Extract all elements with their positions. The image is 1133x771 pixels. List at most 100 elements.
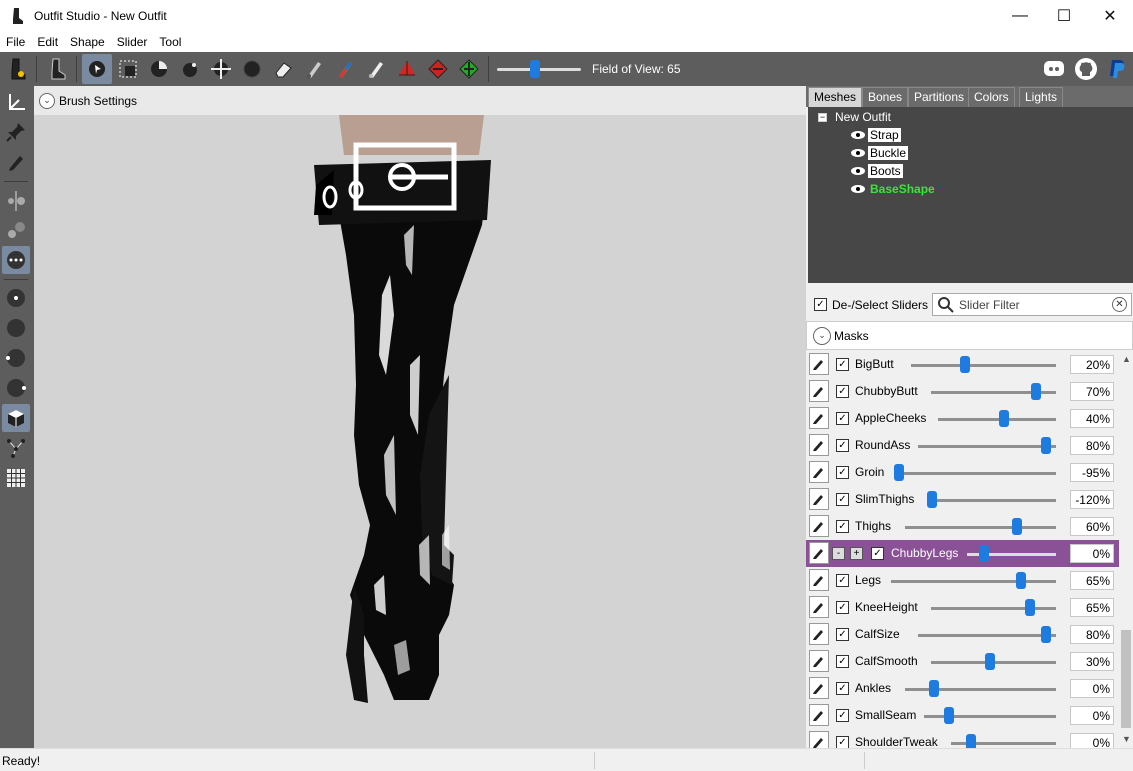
slider-value-field[interactable]: 60% — [1070, 517, 1114, 536]
chevron-down-icon[interactable]: ⌄ — [39, 92, 55, 109]
slider-thumb[interactable] — [1041, 437, 1051, 454]
slider-thumb[interactable] — [1041, 626, 1051, 643]
slider-checkbox[interactable]: ✓ — [836, 412, 849, 425]
slider-value-field[interactable]: 30% — [1070, 652, 1114, 671]
slider-zap-minus-button[interactable]: - — [832, 547, 845, 560]
paypal-icon[interactable] — [1105, 57, 1129, 81]
scroll-up-icon[interactable]: ▲ — [1122, 354, 1131, 364]
color-brush-icon[interactable] — [330, 54, 360, 84]
slider-checkbox[interactable]: ✓ — [836, 493, 849, 506]
tab-partitions[interactable]: Partitions — [908, 87, 971, 107]
pencil-icon[interactable] — [809, 596, 829, 618]
mask-brush-icon[interactable] — [144, 54, 174, 84]
slider-row-shouldertweak[interactable]: ✓ ShoulderTweak 0% — [806, 729, 1119, 748]
slider-checkbox[interactable]: ✓ — [836, 520, 849, 533]
fov-slider-thumb[interactable] — [530, 60, 540, 78]
slider-row-thighs[interactable]: ✓ Thighs 60% — [806, 513, 1119, 540]
tab-meshes[interactable]: Meshes — [808, 87, 863, 107]
grid-icon[interactable] — [2, 464, 30, 492]
tree-node-buckle[interactable]: Buckle — [850, 145, 909, 161]
slider-filter-input[interactable] — [959, 297, 1109, 312]
slider-value-field[interactable]: -95% — [1070, 463, 1114, 482]
slider-value-field[interactable]: 70% — [1070, 382, 1114, 401]
slider-row-slimthighs[interactable]: ✓ SlimThighs -120% — [806, 486, 1119, 513]
slider-checkbox[interactable]: ✓ — [836, 709, 849, 722]
inflate-brush-icon[interactable] — [175, 54, 205, 84]
eraser-icon[interactable] — [268, 54, 298, 84]
tab-colors[interactable]: Colors — [968, 87, 1015, 107]
slider-thumb[interactable] — [1012, 518, 1022, 535]
slider-thumb[interactable] — [1025, 599, 1035, 616]
slider-thumb[interactable] — [927, 491, 937, 508]
eye-icon[interactable] — [850, 129, 866, 141]
transform-icon[interactable] — [392, 54, 422, 84]
eye-icon[interactable] — [850, 183, 866, 195]
menu-edit[interactable]: Edit — [31, 35, 64, 49]
3d-viewport[interactable]: ⌄ Brush Settings — [34, 86, 806, 748]
view-front-icon[interactable] — [2, 284, 30, 312]
slider-row-chubbylegs[interactable]: - + ✓ ChubbyLegs 0% — [806, 540, 1119, 567]
slider-value-field[interactable]: 80% — [1070, 436, 1114, 455]
slider-row-applecheeks[interactable]: ✓ AppleCheeks 40% — [806, 405, 1119, 432]
slider-checkbox[interactable]: ✓ — [836, 358, 849, 371]
masks-section[interactable]: ⌄ Masks — [806, 321, 1133, 350]
discord-icon[interactable] — [1042, 57, 1066, 81]
slider-thumb[interactable] — [966, 734, 976, 748]
clear-filter-icon[interactable]: ✕ — [1112, 297, 1127, 312]
rect-select-icon[interactable] — [113, 54, 143, 84]
slider-checkbox[interactable]: ✓ — [836, 574, 849, 587]
tree-node-boots[interactable]: Boots — [850, 163, 903, 179]
slider-value-field[interactable]: 65% — [1070, 571, 1114, 590]
minimize-button[interactable]: — — [997, 0, 1043, 32]
slider-checkbox[interactable]: ✓ — [836, 439, 849, 452]
slider-track[interactable] — [938, 418, 1056, 421]
slider-row-smallseam[interactable]: ✓ SmallSeam 0% — [806, 702, 1119, 729]
outfit-boot-icon[interactable] — [42, 54, 72, 84]
pencil-icon[interactable] — [809, 704, 829, 726]
slider-thumb[interactable] — [1031, 383, 1041, 400]
github-icon[interactable] — [1074, 57, 1098, 81]
pencil-icon[interactable] — [809, 569, 829, 591]
slider-value-field[interactable]: 80% — [1070, 625, 1114, 644]
slider-checkbox[interactable]: ✓ — [836, 601, 849, 614]
pivot-icon[interactable] — [423, 54, 453, 84]
slider-row-calfsize[interactable]: ✓ CalfSize 80% — [806, 621, 1119, 648]
slider-row-kneeheight[interactable]: ✓ KneeHeight 65% — [806, 594, 1119, 621]
slider-row-legs[interactable]: ✓ Legs 65% — [806, 567, 1119, 594]
slider-list-scrollbar[interactable]: ▲ ▼ — [1119, 352, 1133, 748]
fov-slider[interactable] — [497, 52, 581, 86]
scroll-down-icon[interactable]: ▼ — [1122, 734, 1131, 744]
tree-node-baseshape[interactable]: BaseShape — [850, 181, 937, 197]
view-back-icon[interactable] — [2, 314, 30, 342]
slider-thumb[interactable] — [985, 653, 995, 670]
slider-track[interactable] — [911, 364, 1056, 367]
maximize-button[interactable]: ☐ — [1041, 0, 1087, 32]
brush-settings-bar[interactable]: ⌄ Brush Settings — [34, 86, 806, 115]
menu-shape[interactable]: Shape — [64, 35, 111, 49]
slider-thumb[interactable] — [960, 356, 970, 373]
view-left-icon[interactable] — [2, 344, 30, 372]
slider-checkbox[interactable]: ✓ — [871, 547, 884, 560]
slider-thumb[interactable] — [1016, 572, 1026, 589]
pencil-icon[interactable] — [809, 353, 829, 375]
tree-node-strap[interactable]: Strap — [850, 127, 901, 143]
pencil-icon[interactable] — [2, 148, 30, 176]
menu-file[interactable]: File — [0, 35, 31, 49]
slider-checkbox[interactable]: ✓ — [836, 466, 849, 479]
slider-row-groin[interactable]: ✓ Groin -95% — [806, 459, 1119, 486]
slider-track[interactable] — [931, 607, 1056, 610]
slider-thumb[interactable] — [999, 410, 1009, 427]
vertex-icon[interactable] — [454, 54, 484, 84]
slider-zap-plus-button[interactable]: + — [850, 547, 863, 560]
slider-checkbox[interactable]: ✓ — [836, 655, 849, 668]
select-brush-icon[interactable] — [82, 54, 112, 84]
slider-row-ankles[interactable]: ✓ Ankles 0% — [806, 675, 1119, 702]
slider-row-chubbybutt[interactable]: ✓ ChubbyButt 70% — [806, 378, 1119, 405]
slider-value-field[interactable]: 0% — [1070, 733, 1114, 748]
slider-value-field[interactable]: -120% — [1070, 490, 1114, 509]
slider-thumb[interactable] — [979, 545, 989, 562]
slider-row-roundass[interactable]: ✓ RoundAss 80% — [806, 432, 1119, 459]
slider-row-calfsmooth[interactable]: ✓ CalfSmooth 30% — [806, 648, 1119, 675]
wireframe-icon[interactable] — [2, 434, 30, 462]
slider-checkbox[interactable]: ✓ — [836, 736, 849, 748]
